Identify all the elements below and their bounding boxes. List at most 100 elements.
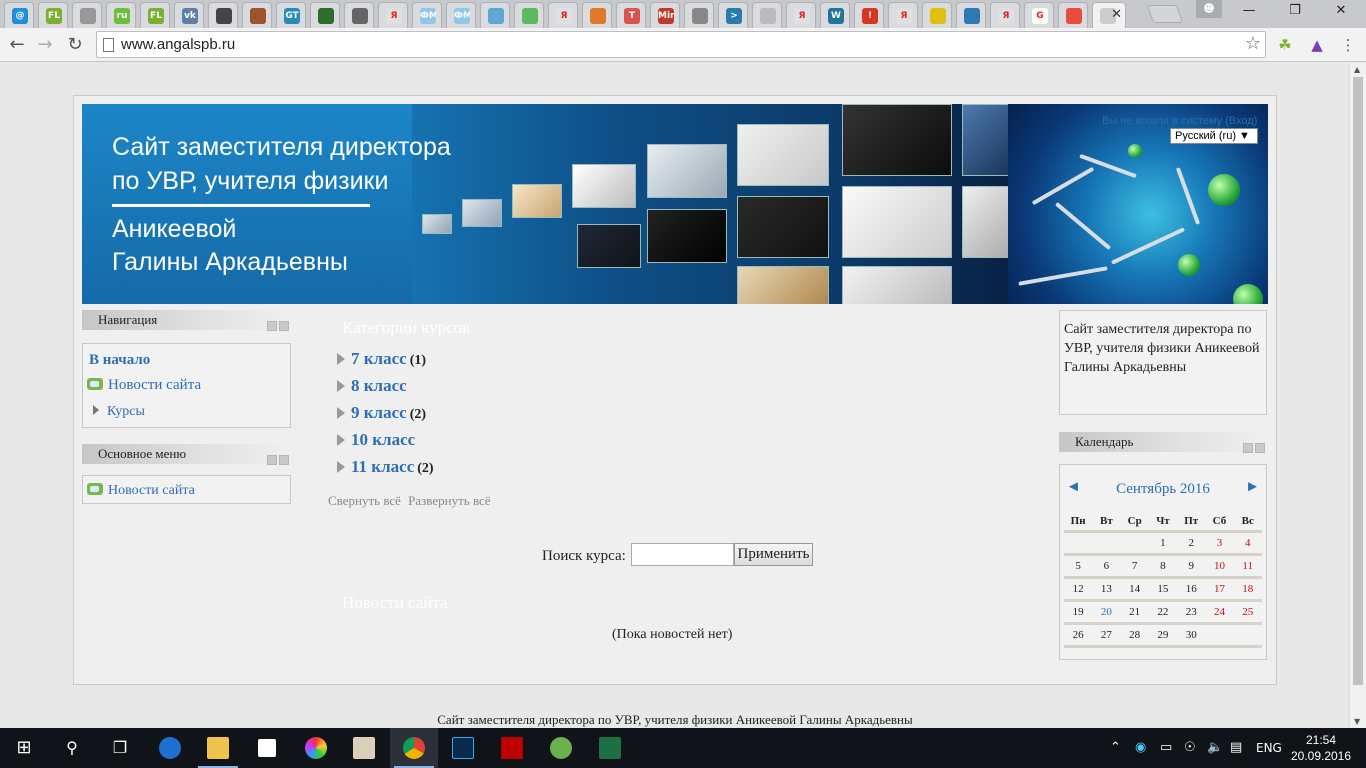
category-item[interactable]: 10 класс [337,430,418,452]
calendar-day[interactable]: 30 [1177,625,1205,645]
calendar-day[interactable]: 13 [1092,579,1120,599]
browser-tab[interactable]: Я [888,2,918,28]
calendar-day[interactable]: 5 [1064,556,1092,576]
scroll-down-icon[interactable]: ▼ [1354,717,1360,726]
minimize-block-icon[interactable] [267,321,277,331]
browser-tab[interactable]: Mini [650,2,680,28]
browser-tab[interactable]: Я [378,2,408,28]
nav-news-item[interactable]: Новости сайта [87,376,201,394]
calendar-day[interactable]: 27 [1092,625,1120,645]
scrollbar-thumb[interactable] [1353,77,1363,685]
category-link[interactable]: 8 класс [351,376,407,395]
browser-tab[interactable]: Я [786,2,816,28]
calendar-day[interactable]: 22 [1149,602,1177,622]
browser-tab[interactable] [242,2,272,28]
calendar-day[interactable]: 21 [1121,602,1149,622]
browser-tab[interactable]: > [718,2,748,28]
url-text[interactable]: www.angalspb.ru [121,36,235,53]
input-language[interactable]: ENG [1256,728,1282,768]
dock-block-icon[interactable] [279,455,289,465]
expand-category-icon[interactable] [337,407,345,419]
dock-block-icon[interactable] [279,321,289,331]
close-tab-icon[interactable]: ✕ [1111,7,1122,22]
calendar-day[interactable]: 12 [1064,579,1092,599]
calendar-day[interactable]: 2 [1177,533,1205,553]
category-item[interactable]: 7 класс (1) [337,349,426,371]
calendar-prev-arrow-icon[interactable]: ◄ [1066,479,1081,496]
calendar-day[interactable]: 19 [1064,602,1092,622]
minimize-block-icon[interactable] [267,455,277,465]
extension-leaf-icon[interactable]: ☘ [1275,35,1295,55]
browser-tab[interactable] [956,2,986,28]
calendar-day[interactable]: 24 [1205,602,1233,622]
search-apply-button[interactable]: Применить [734,543,813,566]
calendar-day[interactable]: 16 [1177,579,1205,599]
browser-tab[interactable]: ! [854,2,884,28]
forward-button[interactable]: → [32,32,58,58]
battery-icon[interactable]: ▭ [1160,728,1172,768]
browser-tab[interactable]: ru [106,2,136,28]
close-window-button[interactable]: ✕ [1318,0,1364,22]
browser-tab[interactable] [310,2,340,28]
browser-tab[interactable]: Я [548,2,578,28]
nav-news-link[interactable]: Новости сайта [108,377,201,393]
browser-tab[interactable] [480,2,510,28]
browser-tab[interactable]: W [820,2,850,28]
browser-tab[interactable]: T [616,2,646,28]
language-select[interactable]: Русский (ru) ▼ [1170,128,1258,144]
browser-tab[interactable]: ФМ [446,2,476,28]
browser-tab[interactable]: G [1024,2,1054,28]
browser-tab[interactable]: GT [276,2,306,28]
category-link[interactable]: 9 класс [351,403,407,422]
show-hidden-icons-icon[interactable]: ⌃ [1110,728,1121,768]
calendar-day[interactable]: 8 [1149,556,1177,576]
new-tab-button[interactable] [1146,5,1184,23]
expand-arrow-icon[interactable] [93,405,99,415]
category-link[interactable]: 11 класс [351,457,414,476]
reload-button[interactable]: ↻ [62,32,88,58]
browser-tab[interactable]: FL [38,2,68,28]
category-item[interactable]: 11 класс (2) [337,457,434,479]
calendar-day[interactable]: 6 [1092,556,1120,576]
profile-icon[interactable]: ☻ [1196,0,1222,18]
calendar-day[interactable]: 4 [1234,533,1262,553]
minimize-block-icon[interactable] [1243,443,1253,453]
calendar-day[interactable]: 10 [1205,556,1233,576]
browser-tab[interactable]: Я [990,2,1020,28]
minimize-button[interactable]: — [1226,0,1272,22]
browser-tab[interactable] [208,2,238,28]
expand-category-icon[interactable] [337,434,345,446]
store-icon[interactable] [243,728,291,768]
calendar-day[interactable]: 15 [1149,579,1177,599]
excel-icon[interactable] [586,728,634,768]
calendar-day[interactable]: 1 [1149,533,1177,553]
category-item[interactable]: 8 класс [337,376,410,398]
start-windows-icon[interactable]: ⊞ [0,728,48,768]
picasa-icon[interactable] [292,728,340,768]
calendar-day[interactable]: 3 [1205,533,1233,553]
filezilla-icon[interactable] [488,728,536,768]
dock-block-icon[interactable] [1255,443,1265,453]
search-icon[interactable]: ⚲ [48,728,96,768]
maximize-button[interactable]: ❐ [1272,0,1318,22]
extension-drop-icon[interactable]: ▲ [1307,35,1327,55]
calendar-day[interactable]: 9 [1177,556,1205,576]
browser-tab[interactable] [922,2,952,28]
photoshop-icon[interactable] [439,728,487,768]
browser-tab[interactable] [344,2,374,28]
category-item[interactable]: 9 класс (2) [337,403,426,425]
calendar-day[interactable]: 25 [1234,602,1262,622]
calendar-day[interactable]: 26 [1064,625,1092,645]
calendar-day[interactable]: 7 [1121,556,1149,576]
scroll-up-icon[interactable]: ▲ [1354,65,1360,74]
search-input[interactable] [631,543,734,566]
calendar-day[interactable]: 23 [1177,602,1205,622]
menu-news-item[interactable]: Новости сайта [87,481,195,499]
address-bar[interactable]: www.angalspb.ru ☆ [96,31,1266,58]
browser-tab[interactable]: @ [4,2,34,28]
nav-courses-item[interactable]: Курсы [93,402,145,420]
login-link[interactable]: Вы не вошли в систему (Вход) [1102,115,1257,127]
calendar-day[interactable]: 29 [1149,625,1177,645]
browser-tab[interactable] [684,2,714,28]
expand-category-icon[interactable] [337,461,345,473]
